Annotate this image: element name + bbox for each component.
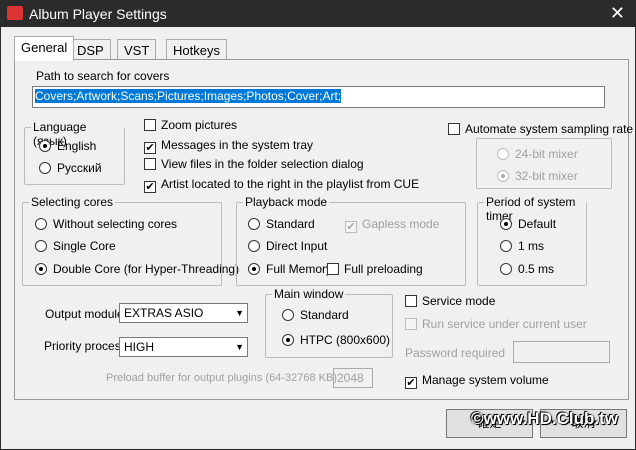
radio-timer-05ms[interactable]: 0.5 ms (500, 262, 554, 276)
main-window-title: Main window (272, 287, 346, 301)
view-files-checkbox[interactable]: View files in the folder selection dialo… (144, 157, 364, 171)
covers-value: Covers;Artwork;Scans;Pictures;Images;Pho… (35, 89, 342, 103)
radio-no-cores[interactable]: Without selecting cores (35, 217, 177, 231)
cores-title: Selecting cores (29, 195, 116, 209)
mixer-group: 24-bit mixer 32-bit mixer (476, 138, 612, 189)
password-label: Password required (405, 346, 506, 360)
app-icon (7, 6, 23, 20)
full-preloading-checkbox[interactable]: Full preloading (327, 262, 423, 276)
playback-title: Playback mode (243, 195, 330, 209)
tab-vst[interactable]: VST (117, 39, 157, 60)
chevron-down-icon: ▼ (235, 342, 244, 352)
artist-right-checkbox[interactable]: ✔ Artist located to the right in the play… (144, 177, 419, 193)
playback-group: Playback mode Standard Direct Input Full… (236, 195, 466, 286)
output-module-select[interactable]: EXTRAS ASIO ▼ (119, 303, 248, 323)
chevron-down-icon: ▼ (235, 308, 244, 318)
radio-russian[interactable]: Русский (39, 161, 102, 175)
zoom-pictures-checkbox[interactable]: Zoom pictures (144, 118, 237, 132)
priority-select[interactable]: HIGH ▼ (119, 337, 248, 357)
password-input[interactable] (513, 341, 610, 363)
preload-label: Preload buffer for output plugins (64-32… (106, 372, 337, 384)
manage-volume-checkbox[interactable]: ✔ Manage system volume (405, 373, 549, 389)
covers-label: Path to search for covers (36, 69, 170, 83)
tab-dsp[interactable]: DSP (70, 39, 111, 60)
window-title: Album Player Settings (29, 6, 167, 22)
language-group: Language (язык) English Русский (24, 120, 125, 185)
gapless-checkbox[interactable]: ✔ Gapless mode (345, 217, 439, 233)
radio-main-standard[interactable]: Standard (282, 308, 349, 322)
close-button[interactable]: ✕ (610, 3, 625, 24)
radio-32bit[interactable]: 32-bit mixer (497, 169, 578, 183)
radio-direct-input[interactable]: Direct Input (248, 239, 327, 253)
radio-standard-playback[interactable]: Standard (248, 217, 315, 231)
priority-label: Priority process (44, 339, 127, 353)
settings-window: Album Player Settings ✕ General DSP VST … (0, 0, 636, 450)
radio-htpc[interactable]: HTPC (800x600) (282, 333, 390, 347)
preload-input[interactable]: 2048 (333, 368, 373, 388)
auto-sampling-checkbox[interactable]: Automate system sampling rate (448, 122, 633, 136)
radio-single-core[interactable]: Single Core (35, 239, 116, 253)
covers-input[interactable]: Covers;Artwork;Scans;Pictures;Images;Pho… (32, 86, 605, 108)
tab-hotkeys[interactable]: Hotkeys (166, 39, 227, 60)
radio-timer-default[interactable]: Default (500, 217, 556, 231)
title-bar: Album Player Settings ✕ (1, 1, 635, 27)
radio-full-memory[interactable]: Full Memory (248, 262, 332, 276)
watermark: ©www.HD.Club.tw (471, 409, 618, 428)
timer-group: Period of system timer Default 1 ms 0.5 … (477, 195, 587, 286)
radio-double-core[interactable]: Double Core (for Hyper-Threading) (35, 262, 239, 276)
tray-messages-checkbox[interactable]: ✔ Messages in the system tray (144, 138, 313, 154)
radio-timer-1ms[interactable]: 1 ms (500, 239, 544, 253)
main-window-group: Main window Standard HTPC (800x600) (265, 287, 393, 358)
cores-group: Selecting cores Without selecting cores … (22, 195, 239, 286)
radio-english[interactable]: English (39, 139, 96, 153)
run-service-checkbox[interactable]: Run service under current user (405, 317, 587, 331)
output-module-label: Output module (45, 307, 124, 321)
service-mode-checkbox[interactable]: Service mode (405, 294, 495, 308)
radio-24bit[interactable]: 24-bit mixer (497, 147, 578, 161)
tab-general[interactable]: General (14, 36, 75, 61)
